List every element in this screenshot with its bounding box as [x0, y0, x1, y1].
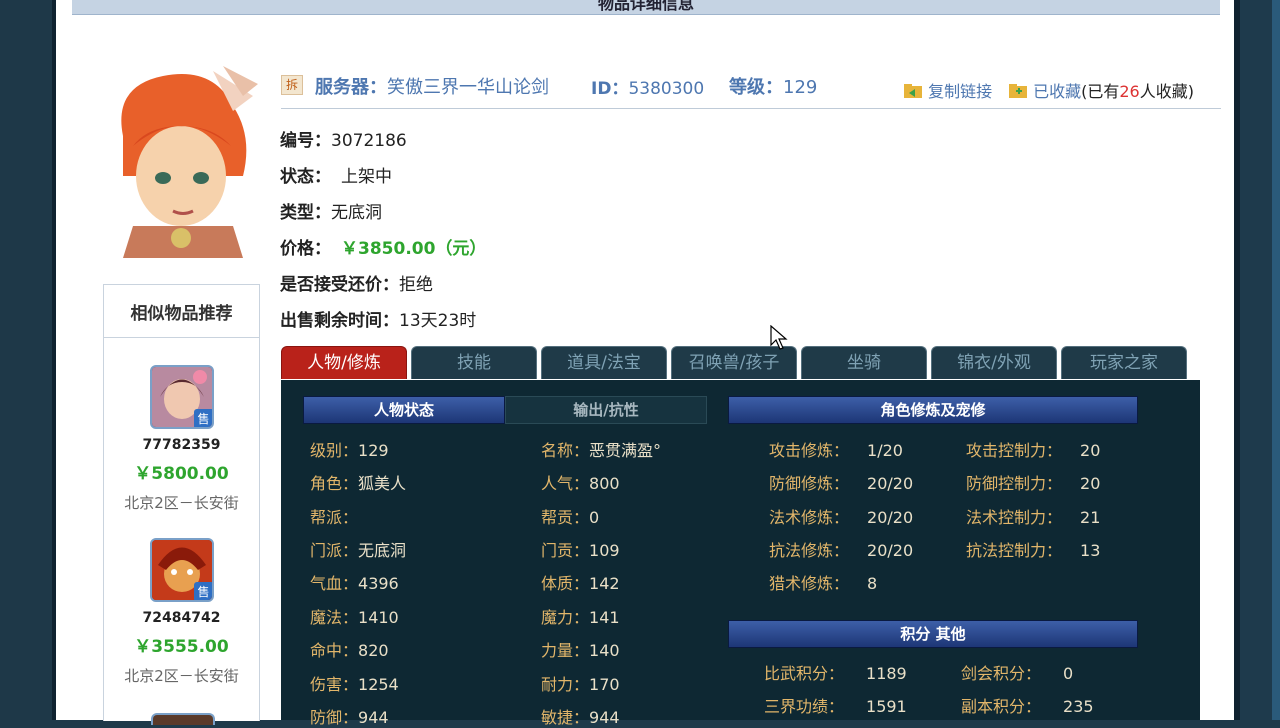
fav-count: 26: [1119, 82, 1140, 101]
similar-item-server: 北京2区－长安街: [124, 667, 239, 685]
detail-remaining-time: 出售剩余时间：13天23时: [280, 311, 477, 331]
panel-title-bar: 物品详细信息: [72, 0, 1220, 15]
item-thumbnail[interactable]: 售: [149, 538, 214, 602]
score-header: 积分 其他: [728, 620, 1138, 648]
for-sale-badge: 售: [193, 582, 212, 600]
output-resist-subtab[interactable]: 输出/抗性: [505, 396, 707, 424]
fav-count-suffix: 人收藏): [1139, 82, 1194, 101]
copy-link-label: 复制链接: [928, 82, 993, 101]
cult-resist: 抗法修炼： 20/20: [769, 541, 914, 560]
server-value: 笑傲三界一华山论剑: [387, 77, 549, 98]
server-label: 服务器：: [315, 77, 387, 98]
ctrl-resist: 抗法控制力： 13: [966, 541, 1101, 560]
favorite-button[interactable]: 已收藏(已有26人收藏): [1008, 78, 1194, 102]
stat-strength: 力量：140: [541, 641, 620, 660]
character-avatar: [103, 66, 258, 258]
fav-count-prefix: (已有: [1081, 82, 1120, 101]
item-thumbnail-partial[interactable]: [151, 713, 215, 725]
similar-item-id: 72484742: [142, 610, 221, 626]
stat-defense: 防御：944: [310, 708, 389, 727]
similar-items-title: 相似物品推荐: [104, 285, 259, 338]
stat-popularity: 人气：800: [541, 474, 620, 493]
similar-item[interactable]: 售 72484742 ￥3555.00 北京2区－长安街: [104, 538, 259, 686]
tab-items[interactable]: 道具/法宝: [541, 346, 667, 379]
stat-endurance: 耐力：170: [541, 675, 620, 694]
cult-attack: 攻击修炼： 1/20: [769, 441, 903, 460]
favorite-label: 已收藏: [1033, 82, 1082, 101]
similar-item-id: 77782359: [142, 437, 221, 453]
detail-status: 状态： 上架中: [280, 167, 392, 187]
ctrl-attack: 攻击控制力： 20: [966, 441, 1101, 460]
stat-damage: 伤害：1254: [310, 675, 399, 694]
for-sale-badge: 售: [193, 409, 212, 427]
stat-hit: 命中：820: [310, 641, 389, 660]
cult-hunting: 猎术修炼： 8: [769, 574, 878, 593]
ctrl-defense: 防御控制力： 20: [966, 474, 1101, 493]
cult-magic: 法术修炼： 20/20: [769, 508, 914, 527]
stat-level: 级别：129: [310, 441, 389, 460]
level-value: 129: [783, 77, 818, 98]
left-background: [0, 0, 56, 720]
score-sword: 剑会积分： 0: [961, 664, 1074, 683]
similar-item-price: ￥3555.00: [134, 637, 229, 657]
detail-serial: 编号：3072186: [280, 131, 407, 151]
score-merit: 三界功绩： 1591: [764, 697, 907, 716]
id-label: ID：: [591, 79, 629, 99]
stat-school: 门派：无底洞: [310, 541, 407, 560]
detail-price: 价格： ￥3850.00（元）: [280, 239, 487, 259]
character-stats-panel: 人物状态 输出/抗性 角色修炼及宠修 积分 其他 级别：129 角色：狐美人 帮…: [281, 380, 1200, 727]
item-detail-panel: 物品详细信息 拆 服务器：笑傲三界一华山论剑 ID：5380300 等级：129…: [56, 0, 1234, 727]
folder-icon: [904, 84, 922, 98]
copy-link-button[interactable]: 复制链接: [903, 78, 992, 102]
score-pvp: 比武积分： 1189: [764, 664, 907, 683]
item-thumbnail[interactable]: 售: [149, 365, 214, 429]
cult-defense: 防御修炼： 20/20: [769, 474, 914, 493]
stat-guild: 帮派：: [310, 508, 359, 527]
stat-agility: 敏捷：944: [541, 708, 620, 727]
page-title: 物品详细信息: [597, 0, 694, 13]
similar-items-panel: 相似物品推荐 售 77782359 ￥5800.00 北京2区－长安街 售 72…: [103, 284, 260, 725]
stat-role: 角色：狐美人: [310, 474, 407, 493]
cultivation-header: 角色修炼及宠修: [728, 396, 1138, 424]
stat-hp: 气血：4396: [310, 574, 399, 593]
ctrl-magic: 法术控制力： 21: [966, 508, 1101, 527]
stat-school-contrib: 门贡：109: [541, 541, 620, 560]
similar-item[interactable]: 售 77782359 ￥5800.00 北京2区－长安街: [104, 365, 259, 513]
similar-item-server: 北京2区－长安街: [124, 494, 239, 512]
split-tag: 拆: [281, 75, 303, 95]
tab-skills[interactable]: 技能: [411, 346, 537, 379]
mouse-cursor-icon: [770, 325, 788, 350]
right-background: [1234, 0, 1280, 720]
tab-mounts[interactable]: 坐骑: [801, 346, 927, 379]
level-label: 等级：: [729, 77, 783, 98]
tab-home[interactable]: 玩家之家: [1061, 346, 1187, 379]
stat-magic: 魔力：141: [541, 608, 620, 627]
stat-mp: 魔法：1410: [310, 608, 399, 627]
tab-outfits[interactable]: 锦衣/外观: [931, 346, 1057, 379]
stat-constitution: 体质：142: [541, 574, 620, 593]
folder-add-icon: [1009, 84, 1027, 98]
detail-type: 类型：无底洞: [280, 203, 382, 223]
tab-character[interactable]: 人物/修炼: [281, 346, 407, 379]
detail-bargain: 是否接受还价：拒绝: [280, 275, 433, 295]
score-dungeon: 副本积分： 235: [961, 697, 1094, 716]
status-subtab[interactable]: 人物状态: [303, 396, 505, 424]
similar-item-price: ￥5800.00: [134, 464, 229, 484]
stat-guild-contrib: 帮贡：0: [541, 508, 600, 527]
stat-name: 名称：恶贯满盈°: [541, 441, 662, 460]
id-value: 5380300: [628, 79, 705, 99]
